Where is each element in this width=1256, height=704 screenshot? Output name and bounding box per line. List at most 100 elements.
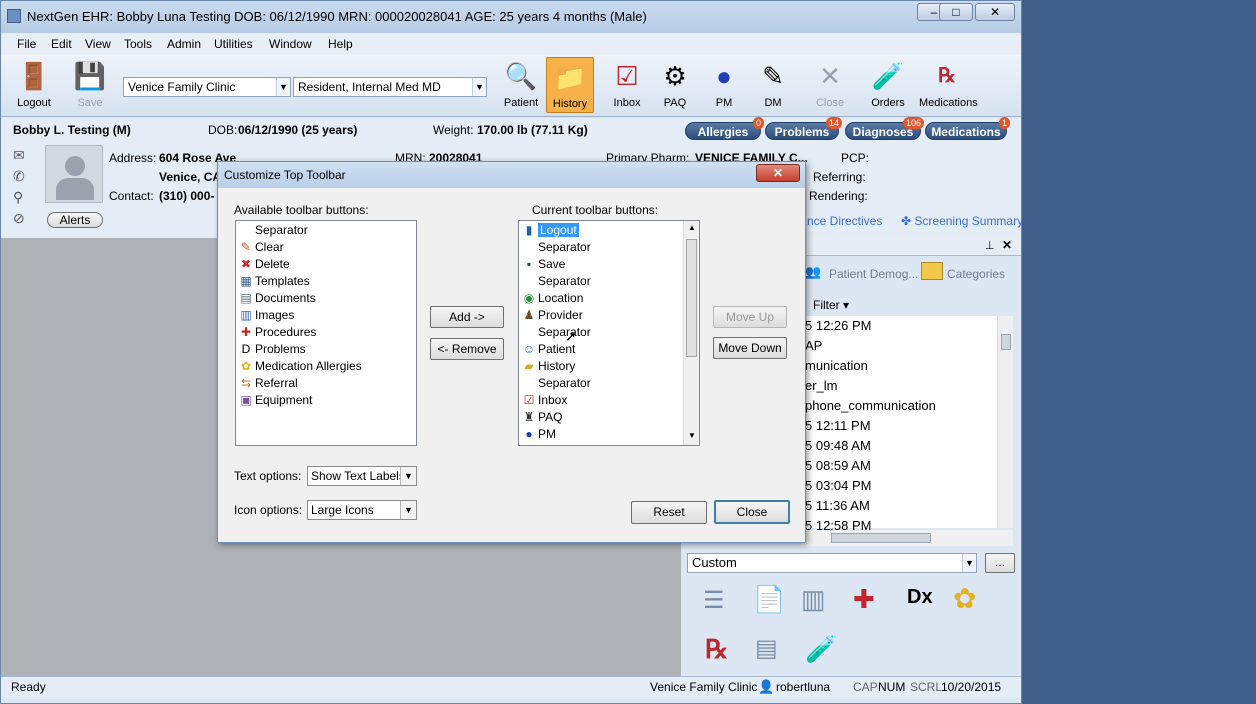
menu-utilities[interactable]: Utilities [214, 37, 253, 51]
menu-file[interactable]: File [17, 37, 36, 51]
provider-select[interactable]: Resident, Internal Med MD ▼ [293, 77, 487, 97]
tab-patient-demographics[interactable]: Patient Demog... [829, 267, 918, 281]
list-scrollbar[interactable] [997, 316, 1013, 528]
dm-button[interactable]: ✎ DM [750, 57, 796, 113]
list-item[interactable]: phone_communication [805, 398, 936, 413]
available-list-item[interactable]: ▣ Equipment [238, 392, 312, 409]
icon-options-select[interactable]: Large Icons ▼ [307, 500, 417, 520]
procedures-icon[interactable]: ✚ [853, 584, 875, 615]
mail-icon[interactable]: ✉ [13, 147, 25, 164]
menu-view[interactable]: View [85, 37, 111, 51]
list-item[interactable]: 5 12:26 PM [805, 318, 872, 333]
current-list-item[interactable]: ♟ Provider [521, 307, 583, 324]
menu-tools[interactable]: Tools [124, 37, 152, 51]
list-item[interactable]: AP [805, 338, 822, 353]
menu-edit[interactable]: Edit [51, 37, 72, 51]
table-icon[interactable]: ☰ [703, 586, 725, 615]
current-list-item[interactable]: Separator [521, 375, 591, 392]
horizontal-scrollbar[interactable] [801, 530, 1013, 546]
dialog-close-button[interactable]: Close [714, 500, 790, 524]
logout-button[interactable]: 🚪 Logout [11, 57, 57, 113]
custom-select[interactable]: Custom ▼ [687, 553, 977, 573]
menu-admin[interactable]: Admin [167, 37, 201, 51]
list-item[interactable]: munication [805, 358, 868, 373]
add-button[interactable]: Add -> [430, 306, 504, 328]
medications-button[interactable]: ℞ Medications [919, 57, 978, 113]
current-list[interactable]: ▲ ▼ ▮ Logout Separator ▪ Save Separator ◉ Locat… [518, 220, 700, 446]
calendar-icon [921, 262, 943, 280]
available-list-item[interactable]: ✿ Medication Allergies [238, 358, 362, 375]
location-select[interactable]: Venice Family Clinic ▼ [123, 77, 291, 97]
logout-icon: ▮ [525, 223, 533, 237]
rx-icon[interactable]: ℞ [705, 634, 728, 665]
problems-pill[interactable]: Problems 14 [765, 117, 842, 140]
pm-button[interactable]: ● PM [701, 57, 747, 113]
screening-summary-link[interactable]: ✤ Screening Summary [901, 214, 1023, 228]
history-button[interactable]: 📁 History [546, 57, 594, 113]
current-list-item[interactable]: Separator [521, 273, 591, 290]
medications-pill[interactable]: Medications 1 [925, 117, 1010, 140]
advance-directives-link[interactable]: nce Directives [807, 214, 882, 228]
document-icon[interactable]: 📄 [753, 584, 785, 615]
dx-icon[interactable]: Dx [907, 586, 933, 609]
filter-dropdown[interactable]: Filter ▾ [813, 298, 849, 312]
available-list-item[interactable]: ▥ Images [238, 307, 294, 324]
xray-icon[interactable]: ▥ [801, 584, 826, 615]
flower-icon[interactable]: ✿ [953, 582, 976, 615]
current-list-item[interactable]: Separator [521, 239, 591, 256]
list-item[interactable]: 5 08:59 AM [805, 458, 871, 473]
top-toolbar: 🚪 Logout 💾 Save Venice Family Clinic ▼ R… [1, 55, 1021, 117]
more-button[interactable]: ... [985, 553, 1015, 573]
menu-window[interactable]: Window [269, 37, 312, 51]
current-list-item[interactable]: ● PM [521, 426, 556, 443]
move-down-button[interactable]: Move Down [713, 337, 787, 359]
available-list-item[interactable]: ✎ Clear [238, 239, 284, 256]
text-options-select[interactable]: Show Text Labels ▼ [307, 466, 417, 486]
current-list-item[interactable]: ♜ PAQ [521, 409, 563, 426]
available-list-item[interactable]: ▤ Documents [238, 290, 315, 307]
current-list-item[interactable]: ▮ Logout [521, 222, 579, 239]
current-list-item[interactable]: ◉ Location [521, 290, 584, 307]
link-icon[interactable]: ⚲ [13, 189, 23, 206]
list-item[interactable]: 5 11:36 AM [805, 498, 870, 513]
current-list-item[interactable]: ▰ History [521, 358, 575, 375]
save-button[interactable]: 💾 Save [67, 57, 113, 113]
current-list-item[interactable]: ▪ Save [521, 256, 566, 273]
patient-button[interactable]: 🔍 Patient [498, 57, 544, 113]
current-list-item[interactable]: ☑ Inbox [521, 392, 568, 409]
list-item[interactable]: 5 09:48 AM [805, 438, 871, 453]
tab-categories[interactable]: Categories [947, 267, 1005, 281]
available-list-item[interactable]: D Problems [238, 341, 306, 358]
list-item[interactable]: er_lm [805, 378, 838, 393]
diagnoses-pill[interactable]: Diagnoses 106 [845, 117, 924, 140]
dialog-close-icon[interactable]: ✕ [756, 164, 800, 182]
reset-button[interactable]: Reset [631, 501, 707, 524]
orders-button[interactable]: 🧪 Orders [865, 57, 911, 113]
close-panel-icon[interactable]: ✕ [1002, 238, 1012, 252]
remove-button[interactable]: <- Remove [430, 338, 504, 360]
maximize-button[interactable]: □ [939, 3, 973, 21]
move-up-button[interactable]: Move Up [713, 306, 787, 328]
current-list-item[interactable]: Separator [521, 324, 591, 341]
close-record-button[interactable]: ✕ Close [807, 57, 853, 113]
list-item[interactable]: 5 03:04 PM [805, 478, 872, 493]
available-list-item[interactable]: Separator [238, 222, 308, 239]
paq-button[interactable]: ⚙ PAQ [652, 57, 698, 113]
allergies-pill[interactable]: Allergies 0 [685, 117, 764, 140]
available-list-item[interactable]: ✖ Delete [238, 256, 290, 273]
available-list-item[interactable]: ⇆ Referral [238, 375, 298, 392]
compass-icon[interactable]: ⊘ [13, 210, 25, 227]
test-tubes-icon[interactable]: 🧪 [805, 634, 837, 665]
scanner-icon[interactable]: ▤ [755, 634, 778, 663]
pin-icon[interactable]: ⊥ [985, 239, 995, 252]
list-item[interactable]: 5 12:11 PM [805, 418, 871, 433]
available-list-item[interactable]: ▦ Templates [238, 273, 309, 290]
available-list[interactable]: Separator ✎ Clear ✖ Delete ▦ Templates ▤ Documen… [235, 220, 417, 446]
available-list-item[interactable]: ✚ Procedures [238, 324, 316, 341]
current-list-scrollbar[interactable]: ▲ ▼ [683, 221, 699, 445]
phone-icon[interactable]: ✆ [13, 168, 25, 185]
close-window-button[interactable]: ✕ [975, 3, 1015, 21]
inbox-button[interactable]: ☑ Inbox [604, 57, 650, 113]
menu-help[interactable]: Help [328, 37, 353, 51]
alerts-button[interactable]: Alerts [47, 212, 103, 228]
